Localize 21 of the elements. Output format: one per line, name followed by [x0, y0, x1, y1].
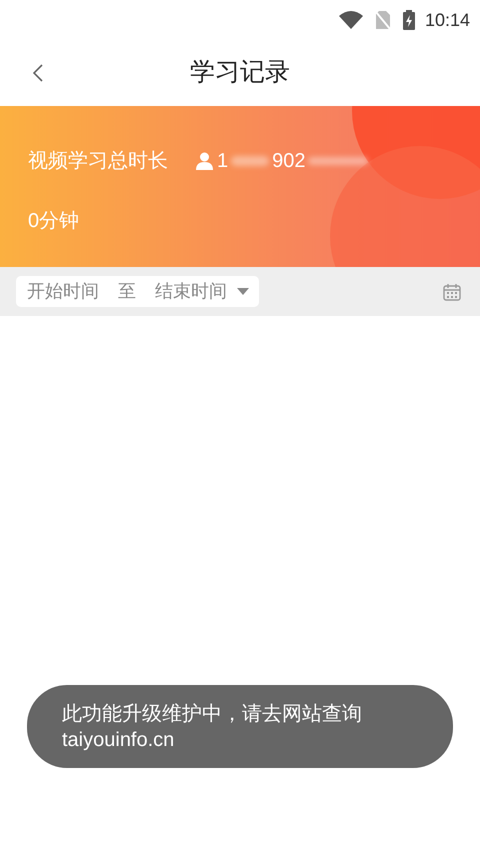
redaction-blur	[231, 156, 270, 166]
back-icon	[33, 64, 43, 82]
total-duration: 0分钟	[28, 210, 80, 232]
no-sim-icon	[374, 10, 391, 30]
date-range-field[interactable]: 开始时间 至 结束时间	[16, 276, 259, 307]
dropdown-caret-icon	[237, 288, 249, 295]
user-icon	[196, 152, 213, 170]
status-time: 10:14	[424, 8, 470, 32]
user-id-text: 1	[217, 149, 228, 174]
range-separator: 至	[118, 280, 136, 303]
toast-link-text: taiyouinfo.cn	[62, 728, 176, 752]
battery-icon	[402, 10, 415, 30]
wifi-icon	[338, 10, 363, 30]
toast-text: 此功能升级维护中，请去网站查询	[62, 702, 363, 726]
user-id-text: 902	[272, 149, 306, 174]
redaction-blur	[308, 157, 368, 165]
calendar-icon	[443, 282, 461, 300]
page-title: 学习记录	[190, 57, 290, 88]
start-time-placeholder: 开始时间	[27, 280, 99, 303]
summary-label: 视频学习总时长	[28, 149, 168, 174]
end-time-placeholder: 结束时间	[155, 280, 227, 303]
